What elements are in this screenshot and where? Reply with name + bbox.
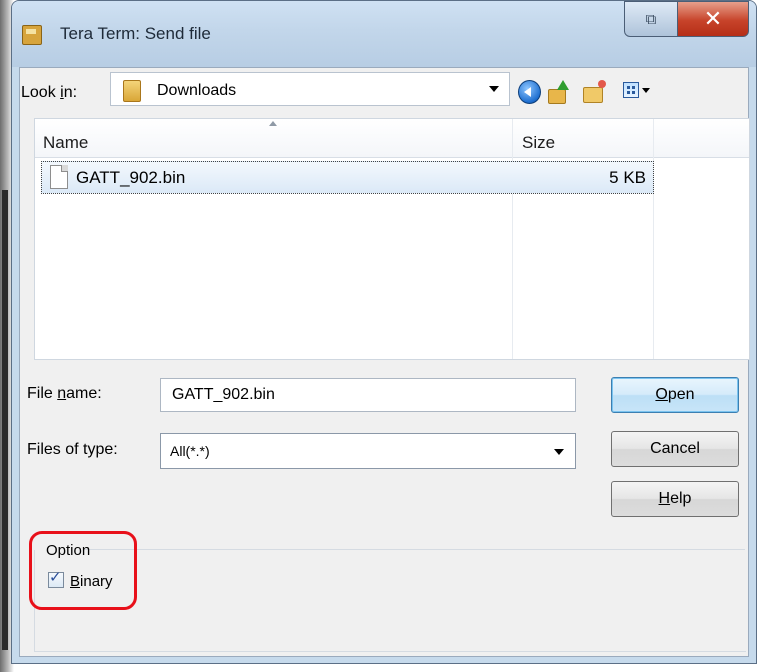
back-icon[interactable]	[518, 80, 541, 104]
look-in-value: Downloads	[157, 82, 237, 99]
column-header-size[interactable]: Size	[522, 133, 555, 153]
close-icon: ✕	[703, 6, 723, 32]
close-button[interactable]: ✕	[677, 1, 749, 37]
column-header-name[interactable]: Name	[43, 133, 88, 153]
file-name-input-value: GATT_902.bin	[172, 386, 275, 403]
views-chevron-down-icon[interactable]	[642, 88, 650, 93]
window-title: Tera Term: Send file	[60, 24, 211, 43]
left-window-edge-dark	[2, 190, 8, 650]
help-button[interactable]: Help	[611, 481, 739, 517]
sort-ascending-icon	[269, 121, 277, 126]
files-of-type-select[interactable]	[160, 433, 576, 469]
files-of-type-chevron-down-icon[interactable]	[554, 449, 564, 455]
restore-button[interactable]: ⧉	[624, 1, 678, 37]
file-name-label: File name:	[27, 385, 102, 402]
tera-term-app-icon[interactable]	[22, 25, 42, 45]
file-name-cell[interactable]: GATT_902.bin	[76, 168, 185, 188]
restore-icon: ⧉	[645, 10, 657, 28]
cancel-button[interactable]: Cancel	[611, 431, 739, 467]
option-group-border	[34, 651, 746, 652]
file-size-cell: 5 KB	[609, 168, 646, 187]
up-folder-icon[interactable]	[548, 80, 572, 104]
views-icon[interactable]	[623, 82, 639, 98]
option-group-border	[85, 549, 745, 550]
new-folder-icon[interactable]	[583, 80, 609, 103]
file-icon	[50, 165, 68, 189]
column-header-bar	[35, 119, 749, 158]
folder-icon	[123, 80, 141, 102]
column-divider	[653, 119, 654, 359]
option-highlight-annotation	[29, 531, 137, 610]
title-bar[interactable]: Tera Term: Send file ⧉ ✕	[12, 1, 756, 67]
open-button[interactable]: Open	[611, 377, 739, 413]
files-of-type-value: All(*.*)	[170, 443, 210, 459]
look-in-chevron-down-icon[interactable]	[489, 86, 499, 92]
files-of-type-label: Files of type:	[27, 441, 118, 458]
column-divider	[512, 119, 513, 359]
look-in-label: Look in:	[21, 84, 78, 101]
